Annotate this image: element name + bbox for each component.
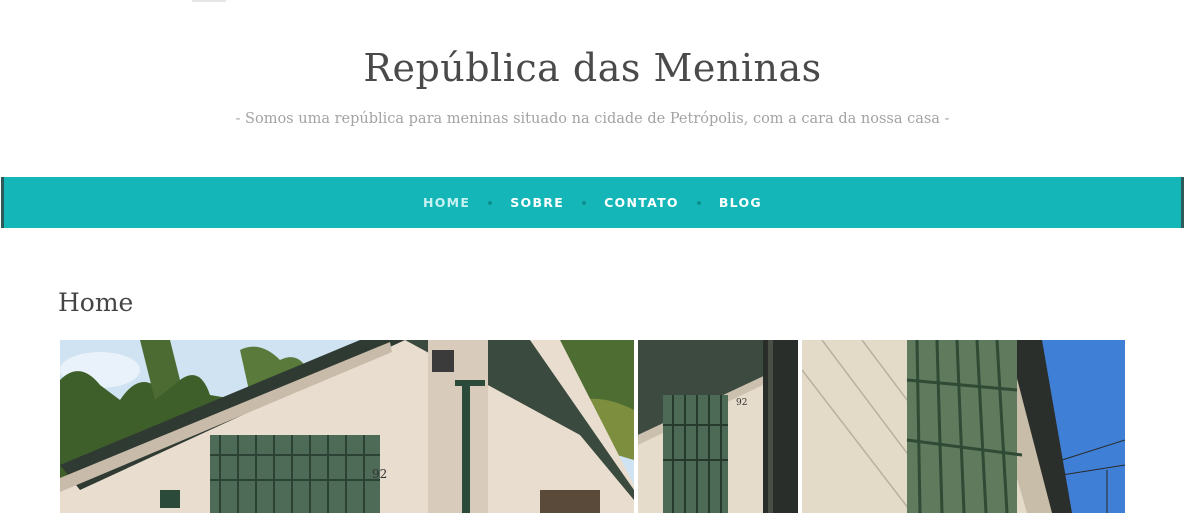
house-number-label: 92 (372, 467, 387, 481)
nav-separator (696, 200, 701, 205)
nav-item-home[interactable]: HOME (423, 195, 470, 210)
nav-separator (488, 200, 493, 205)
house-front-image: 92 (60, 340, 634, 513)
top-tab-indicator (192, 0, 226, 2)
house-front-photo[interactable]: 92 (60, 340, 634, 513)
house-window-image: 92 (638, 340, 798, 513)
house-wall-image (802, 340, 1125, 513)
nav-separator (582, 200, 587, 205)
nav-item-contato[interactable]: CONTATO (604, 195, 679, 210)
house-wall-photo[interactable] (802, 340, 1125, 513)
nav-item-blog[interactable]: BLOG (719, 195, 762, 210)
site-tagline: - Somos uma república para meninas situa… (235, 111, 950, 127)
main-navigation: HOME SOBRE CONTATO BLOG (1, 177, 1184, 228)
site-header: República das Meninas - Somos uma repúbl… (0, 0, 1185, 133)
page-heading: Home (58, 288, 134, 317)
house-window-photo[interactable]: 92 (638, 340, 798, 513)
nav-item-sobre[interactable]: SOBRE (510, 195, 564, 210)
site-title[interactable]: República das Meninas (0, 44, 1185, 92)
house-number-label: 92 (736, 398, 747, 408)
